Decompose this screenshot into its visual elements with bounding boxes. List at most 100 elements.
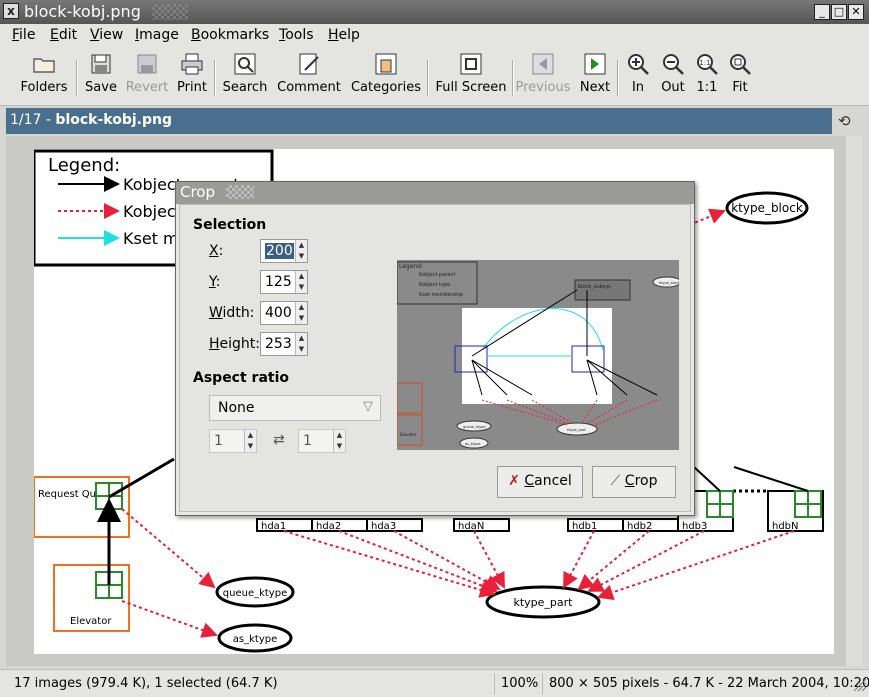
- width-label: Width:: [209, 305, 254, 321]
- revert-label: Revert: [125, 80, 169, 95]
- y-value[interactable]: 125: [265, 274, 292, 290]
- menu-bookmarks-rest: ookmarks: [200, 27, 270, 43]
- menu-help[interactable]: Help: [328, 27, 360, 43]
- aspect-ratio-value: None: [218, 400, 255, 416]
- y-label: Y:: [209, 274, 221, 290]
- spinner-arrows-icon[interactable]: ▲ ▼: [295, 302, 307, 324]
- location-bar: 1/17 - block-kobj.png: [6, 108, 832, 134]
- cancel-mnemonic: C: [524, 473, 535, 489]
- crop-button[interactable]: ⟋ Crop: [592, 466, 676, 498]
- width-mnemonic: W: [209, 305, 223, 321]
- menu-edit-mnemonic: E: [50, 27, 59, 43]
- spinner-arrows-icon[interactable]: ▲ ▼: [244, 430, 256, 452]
- rotate-icon[interactable]: ⟲: [838, 112, 856, 130]
- swap-icon[interactable]: ⇄: [273, 432, 285, 448]
- search-button[interactable]: Search: [220, 52, 270, 102]
- preview-ktype-part: ktype_part: [567, 428, 586, 432]
- spinner-arrows-icon[interactable]: ▲ ▼: [295, 271, 307, 293]
- zoom-1-1-icon: 1:1: [697, 54, 718, 75]
- menu-tools-rest: ools: [285, 27, 314, 43]
- close-button[interactable]: ✕: [848, 4, 864, 20]
- maximize-button[interactable]: □: [831, 4, 847, 20]
- zoom-out-button[interactable]: Out: [658, 52, 688, 102]
- fullscreen-button[interactable]: Full Screen: [434, 52, 508, 102]
- ratio-b-spinner[interactable]: 1 ▲ ▼: [298, 429, 346, 453]
- comment-button[interactable]: Comment: [276, 52, 342, 102]
- menu-bookmarks-mnemonic: B: [191, 27, 201, 43]
- crop-icon: ⟋: [610, 473, 621, 489]
- image-position: 1/17: [10, 112, 42, 128]
- zoom-fit-button[interactable]: Fit: [726, 52, 754, 102]
- preview-elevator: Elevator: [400, 432, 417, 437]
- hdb1-label: hdb1: [572, 521, 597, 532]
- menubar: File Edit View Image Bookmarks Tools Hel…: [0, 24, 869, 46]
- menu-help-mnemonic: H: [328, 27, 339, 43]
- spinner-arrows-icon[interactable]: ▲ ▼: [333, 430, 345, 452]
- next-icon: [584, 53, 606, 75]
- x-label: X:: [209, 243, 224, 259]
- zoom-1-1-button[interactable]: 1:1 1:1: [692, 52, 722, 102]
- preview-legend-item: Kset membership: [419, 292, 463, 298]
- comment-label: Comment: [277, 80, 341, 95]
- width-spinner[interactable]: 400 ▲ ▼: [260, 301, 308, 325]
- comment-icon: [299, 53, 319, 75]
- next-button[interactable]: Next: [578, 52, 612, 102]
- resize-grip-icon[interactable]: [853, 678, 867, 692]
- vertical-scrollbar[interactable]: [846, 136, 862, 666]
- window-menu-icon[interactable]: x: [3, 3, 19, 19]
- cancel-icon: ✗: [508, 473, 520, 489]
- zoom-out-label: Out: [661, 80, 685, 95]
- status-zoom: 100%: [494, 673, 544, 695]
- next-label: Next: [579, 80, 611, 95]
- ratio-a-spinner[interactable]: 1 ▲ ▼: [209, 429, 257, 453]
- zoom-in-button[interactable]: In: [624, 52, 652, 102]
- minimize-button[interactable]: _: [814, 4, 830, 20]
- printer-icon: [181, 53, 203, 75]
- print-button[interactable]: Print: [174, 52, 210, 102]
- previous-button[interactable]: Previous: [514, 52, 572, 102]
- save-button[interactable]: Save: [82, 52, 120, 102]
- menu-tools[interactable]: Tools: [279, 27, 314, 43]
- categories-button[interactable]: Categories: [350, 52, 422, 102]
- y-spinner[interactable]: 125 ▲ ▼: [260, 270, 308, 294]
- preview-legend-item: Kobject type: [419, 282, 450, 288]
- preview-queue-ktype: queue_ktype: [463, 425, 486, 429]
- zoom-out-icon: [663, 54, 684, 75]
- window-titlebar[interactable]: x block-kobj.png _ □ ✕: [0, 0, 869, 24]
- menu-file[interactable]: File: [12, 27, 35, 43]
- dialog-titlebar[interactable]: Crop: [176, 182, 694, 204]
- ratio-a-value[interactable]: 1: [214, 433, 223, 449]
- cancel-button[interactable]: ✗ Cancel: [497, 466, 583, 498]
- selection-heading: Selection: [193, 217, 267, 233]
- status-images: 17 images (979.4 K), 1 selected (64.7 K): [14, 676, 278, 691]
- spinner-arrows-icon[interactable]: ▲ ▼: [295, 240, 307, 262]
- zoom-fit-icon: [730, 54, 751, 75]
- crop-dialog: Crop Selection X: 200 ▲ ▼ Y: 125 ▲ ▼ Width…: [175, 181, 695, 516]
- height-spinner[interactable]: 253 ▲ ▼: [260, 332, 308, 356]
- x-value[interactable]: 200: [265, 243, 294, 259]
- hdbN-label: hdbN: [772, 521, 799, 532]
- elevator-label: Elevator: [70, 616, 112, 627]
- width-value[interactable]: 400: [265, 305, 292, 321]
- menu-bookmarks[interactable]: Bookmarks: [191, 27, 269, 43]
- x-spinner[interactable]: 200 ▲ ▼: [260, 239, 308, 263]
- chevron-down-icon: ▽: [363, 399, 373, 414]
- fullscreen-icon: [460, 53, 482, 75]
- menu-image[interactable]: Image: [135, 27, 179, 43]
- height-label: Height:: [209, 336, 260, 352]
- preview-image: Legend: Kobject parent Kobject type Kset…: [397, 260, 679, 450]
- menu-file-rest: ile: [19, 27, 36, 43]
- previous-label: Previous: [515, 80, 571, 95]
- crop-preview[interactable]: Legend: Kobject parent Kobject type Kset…: [397, 260, 679, 450]
- menu-edit[interactable]: Edit: [50, 27, 77, 43]
- ratio-b-value[interactable]: 1: [303, 433, 312, 449]
- image-filename: block-kobj.png: [55, 112, 172, 128]
- save-label: Save: [85, 80, 117, 95]
- revert-button[interactable]: Revert: [124, 52, 170, 102]
- spinner-arrows-icon[interactable]: ▲ ▼: [295, 333, 307, 355]
- folders-button[interactable]: Folders: [18, 52, 70, 102]
- crop-mnemonic: C: [624, 473, 635, 489]
- height-value[interactable]: 253: [265, 336, 292, 352]
- aspect-ratio-select[interactable]: None ▽: [209, 395, 381, 421]
- menu-view[interactable]: View: [90, 27, 123, 43]
